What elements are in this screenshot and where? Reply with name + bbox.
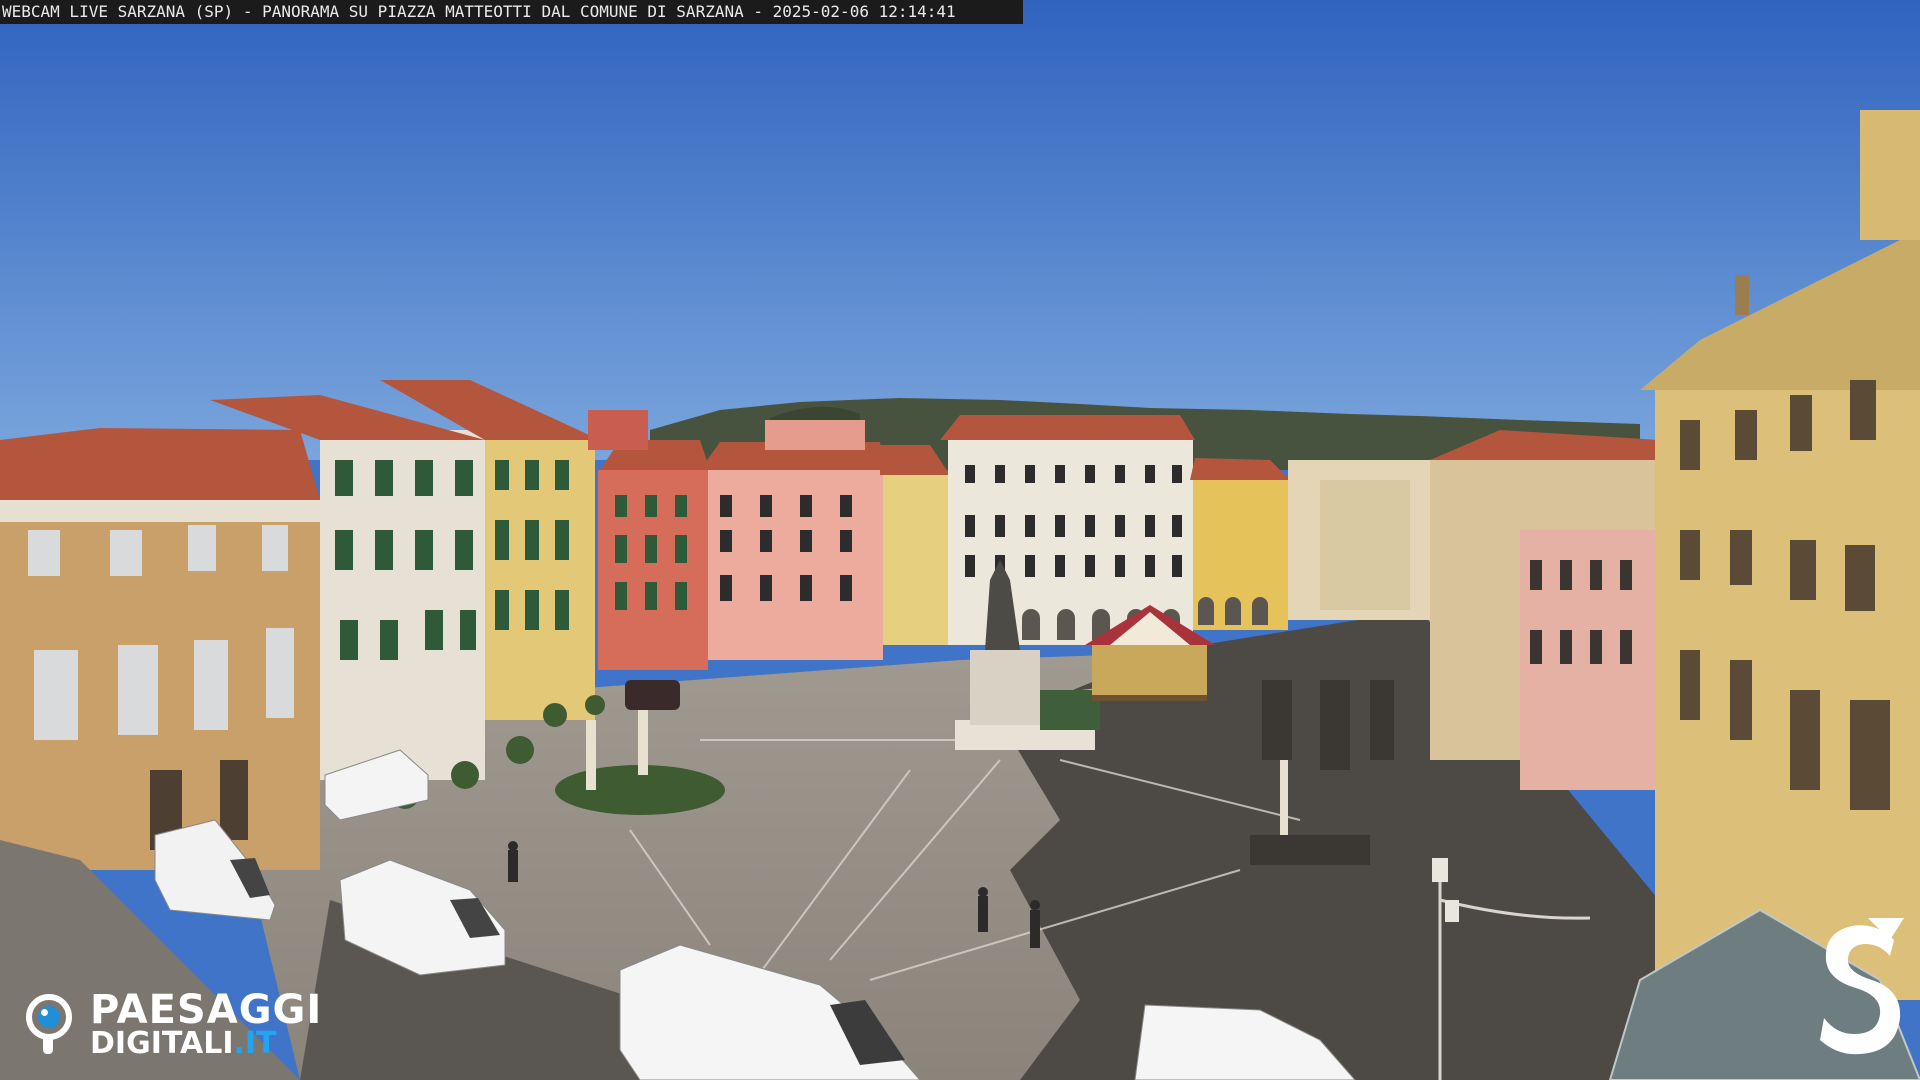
paesaggi-digitali-logo: PAESAGGI DIGITALI.IT [26,990,326,1060]
logo-line1: PAESAGGI [90,987,323,1033]
s-brand-logo [1820,918,1904,1055]
logo-line2: DIGITALI.IT [90,1028,277,1060]
webcam-scene [0,0,1920,1080]
sky [0,0,1920,460]
webcam-title-banner: WEBCAM LIVE SARZANA (SP) - PANORAMA SU P… [0,0,1023,24]
logo-line2-suffix: .IT [233,1026,277,1061]
building-pink [708,470,883,660]
logo-line2-main: DIGITALI [90,1026,234,1061]
car [625,680,680,710]
building-yellow-center [883,475,948,645]
